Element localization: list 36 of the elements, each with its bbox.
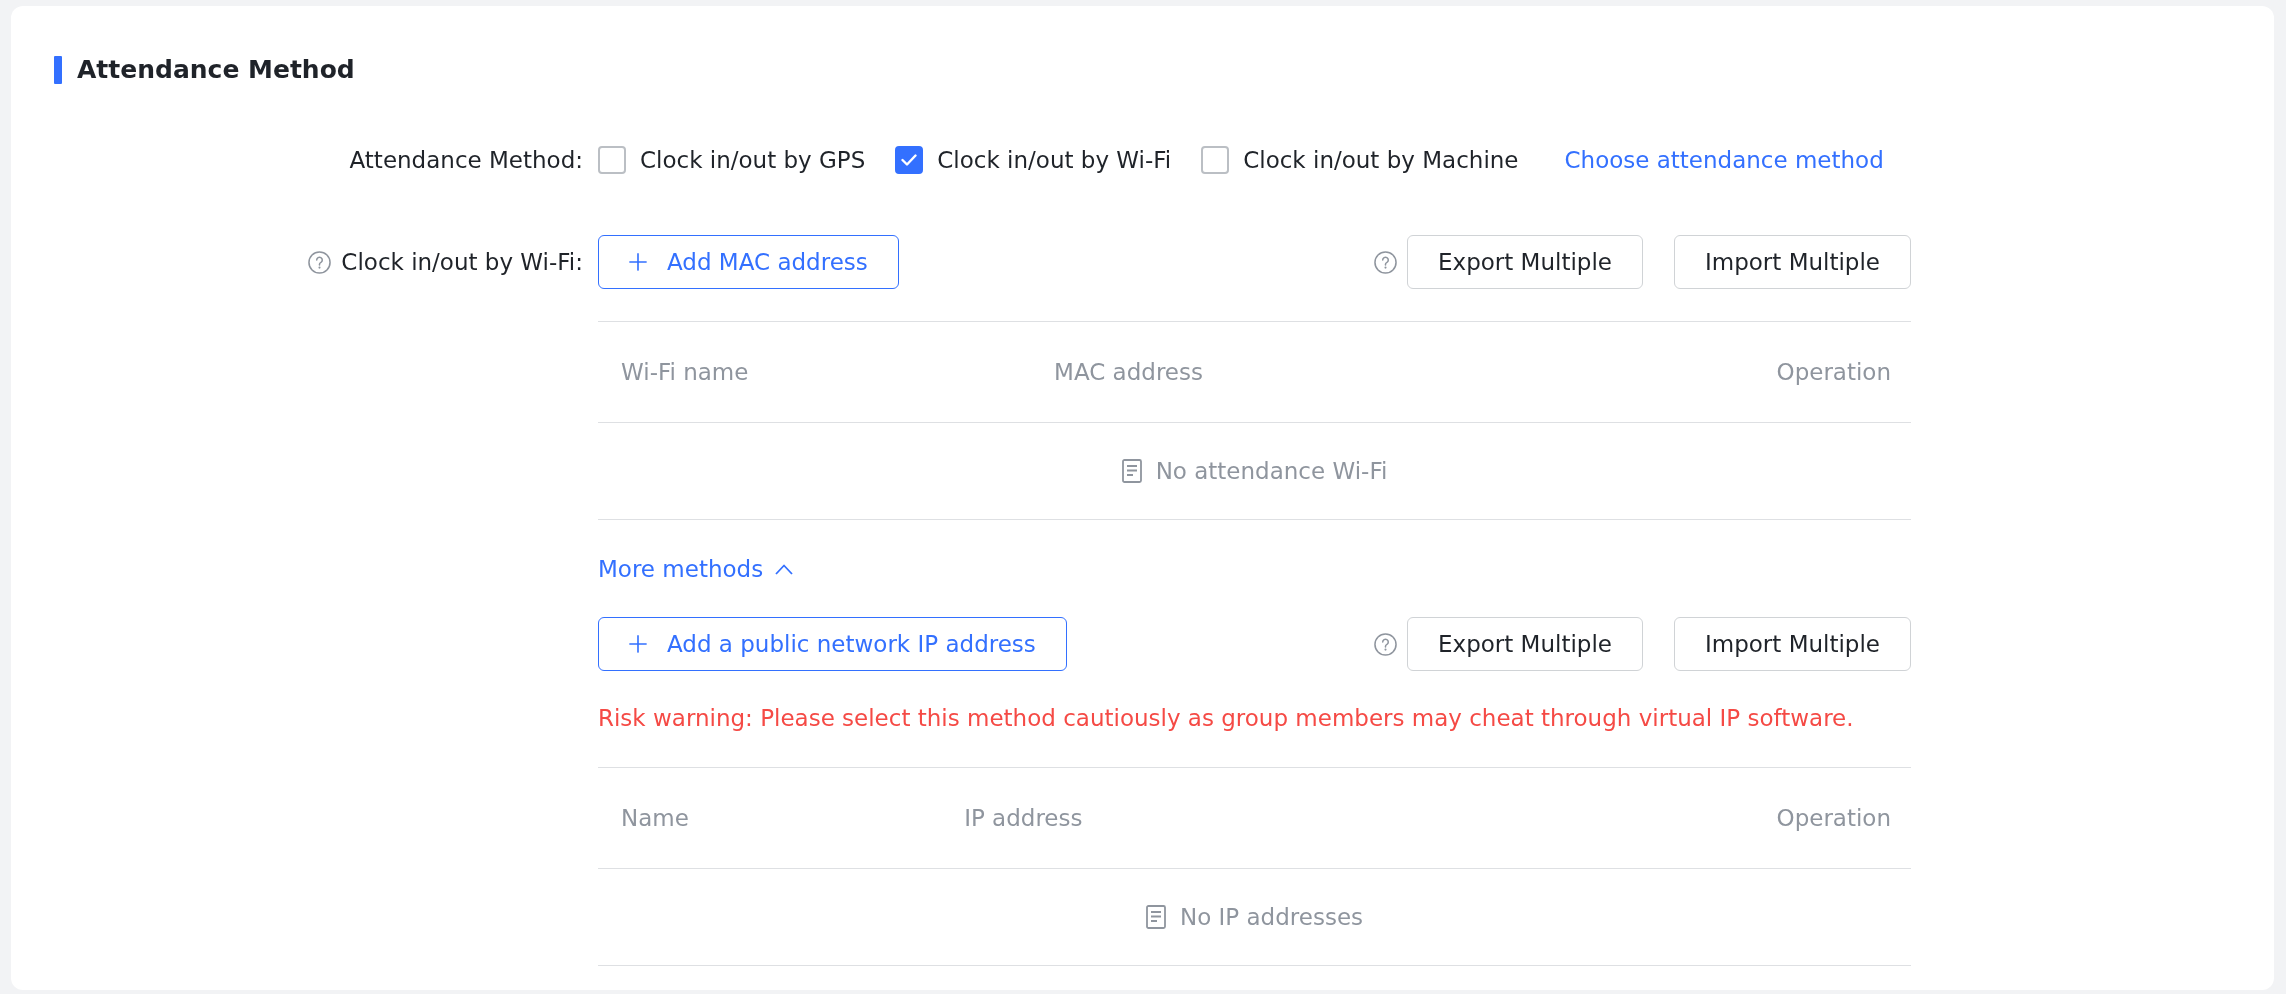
checkbox-label[interactable]: Clock in/out by GPS bbox=[640, 147, 866, 173]
column-header: Operation bbox=[1517, 321, 1911, 423]
empty-state-text: No IP addresses bbox=[1179, 904, 1363, 930]
field-label: Attendance Method: bbox=[349, 147, 583, 173]
section-title: Attendance Method bbox=[77, 55, 355, 85]
column-header: IP address bbox=[941, 767, 1437, 869]
import-button[interactable]: Import Multiple bbox=[1674, 617, 1911, 671]
document-icon bbox=[1145, 905, 1166, 929]
export-button[interactable]: Export Multiple bbox=[1407, 235, 1643, 289]
check-icon bbox=[901, 154, 918, 166]
export-button[interactable]: Export Multiple bbox=[1407, 617, 1643, 671]
checkbox[interactable] bbox=[1201, 146, 1230, 174]
help-icon[interactable] bbox=[1374, 250, 1397, 274]
plus-icon bbox=[629, 253, 647, 271]
column-header: MAC address bbox=[1031, 321, 1518, 423]
checkbox-label[interactable]: Clock in/out by Machine bbox=[1243, 147, 1519, 173]
help-icon[interactable] bbox=[308, 250, 332, 274]
field-label: Clock in/out by Wi-Fi: bbox=[341, 249, 583, 275]
choose-method-link[interactable]: Choose attendance method bbox=[1564, 147, 1884, 173]
column-header: Name bbox=[598, 767, 942, 869]
column-header: Wi-Fi name bbox=[598, 321, 1032, 423]
chevron-up-icon bbox=[775, 563, 794, 575]
add-ip-address-button[interactable]: Add a public network IP address bbox=[598, 617, 1067, 671]
document-icon bbox=[1121, 459, 1142, 483]
plus-icon bbox=[629, 635, 647, 653]
more-methods-toggle[interactable]: More methods bbox=[598, 554, 794, 584]
add-mac-address-button[interactable]: Add MAC address bbox=[598, 235, 899, 289]
checkbox[interactable] bbox=[598, 146, 626, 174]
help-icon[interactable] bbox=[1374, 632, 1397, 656]
risk-warning: Risk warning: Please select this method cautiously as group members may cheat through virtual IP software. bbox=[598, 704, 1855, 733]
checkbox[interactable] bbox=[895, 146, 924, 174]
column-header: Operation bbox=[1436, 767, 1911, 869]
accent-bar bbox=[54, 56, 62, 84]
checkbox-label[interactable]: Clock in/out by Wi-Fi bbox=[937, 147, 1172, 173]
empty-state-text: No attendance Wi-Fi bbox=[1155, 458, 1388, 484]
import-button[interactable]: Import Multiple bbox=[1674, 235, 1911, 289]
